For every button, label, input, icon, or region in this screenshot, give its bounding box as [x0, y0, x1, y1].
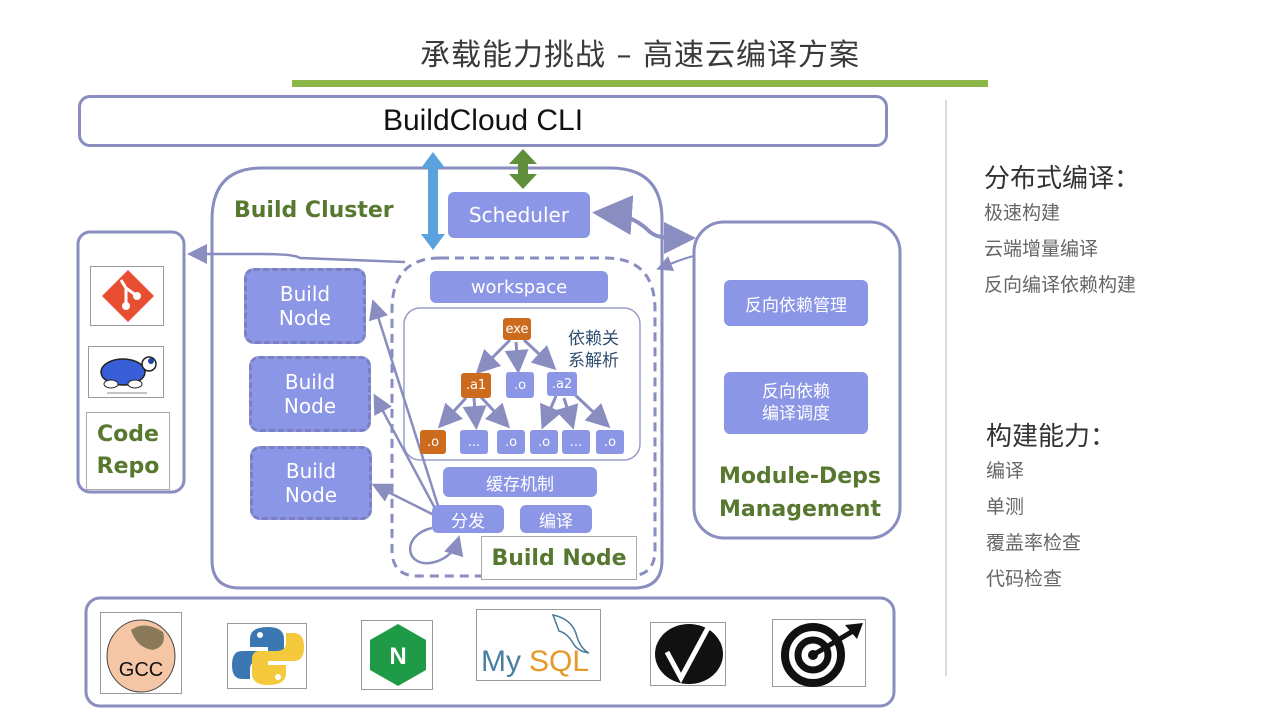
module-deps-line-2: Management [719, 497, 881, 522]
gcc-icon: GCC [106, 619, 176, 693]
sidebar-item: 反向编译依赖构建 [984, 274, 1137, 296]
cluster-coderepo-arrow [187, 244, 406, 264]
cli-buildnode-arrow [421, 152, 445, 250]
workspace-box: workspace [430, 271, 608, 303]
sidebar-heading-build-capability: 构建能力： [986, 422, 1117, 452]
scheduler-moduledeps-arrow [592, 195, 696, 255]
tortoisesvn-logo [88, 346, 164, 398]
target-icon [781, 623, 863, 687]
reverse-dep-line-1: 反向依赖 [762, 382, 830, 402]
sidebar-item: 云端增量编译 [984, 238, 1099, 260]
gcc-logo: GCC [100, 612, 182, 694]
dispatch-loop-arrow [409, 526, 464, 565]
nginx-text: N [389, 643, 406, 670]
build-cluster-label: Build Cluster [234, 198, 394, 223]
cache-mechanism-box: 缓存机制 [443, 467, 597, 497]
code-repo-line-1: Code [97, 422, 159, 447]
dispatch-box: 分发 [432, 505, 504, 533]
nginx-logo: N [361, 620, 433, 690]
git-logo [90, 266, 164, 326]
gcc-text: GCC [119, 659, 163, 681]
diagram-connectors [76, 100, 947, 708]
scheduler-box: Scheduler [448, 192, 590, 238]
git-icon [102, 270, 154, 322]
mysql-sql-text: SQL [529, 645, 589, 678]
module-deps-label: Module-Deps Management [700, 460, 900, 526]
nginx-icon: N [370, 624, 426, 686]
checkmark-icon [655, 624, 723, 684]
build-node-1: Build Node [244, 268, 366, 344]
mysql-my-text: My [481, 645, 521, 678]
build-node-label: Build Node [481, 536, 637, 580]
tree-leaf-4: .o [530, 430, 558, 454]
reverse-dependency-scheduling-box: 反向依赖 编译调度 [724, 372, 868, 434]
code-repo-line-2: Repo [96, 454, 160, 479]
code-repo-label: Code Repo [86, 412, 170, 490]
tree-leaf-3: .o [497, 430, 525, 454]
tortoise-icon [100, 356, 157, 394]
dependency-analysis-label: 依赖关 系解析 [568, 328, 619, 372]
dependency-label-line-1: 依赖关 [568, 329, 619, 349]
compile-box: 编译 [520, 505, 592, 533]
tree-node-a2: .a2 [547, 372, 577, 396]
target-logo [772, 619, 866, 687]
tree-node-exe: exe [503, 318, 531, 340]
tree-node-o: .o [506, 372, 534, 398]
sidebar-heading-distributed: 分布式编译： [984, 164, 1141, 194]
reverse-dependency-management-box: 反向依赖管理 [724, 280, 868, 326]
mysql-icon: My SQL [481, 613, 590, 678]
tree-leaf-5: ... [562, 430, 590, 454]
moduledeps-buildnode-arrow [656, 255, 695, 271]
check-logo [650, 622, 726, 686]
python-logo [227, 623, 307, 689]
build-node-3: Build Node [250, 446, 372, 520]
tree-leaf-2: ... [460, 430, 488, 454]
tree-leaf-1: .o [420, 430, 446, 454]
module-deps-line-1: Module-Deps [718, 464, 882, 489]
sidebar-item: 代码检查 [986, 568, 1063, 590]
sidebar-item: 编译 [986, 460, 1025, 482]
sidebar-item: 极速构建 [984, 202, 1061, 224]
dependency-label-line-2: 系解析 [568, 351, 619, 371]
sidebar-item: 单测 [986, 496, 1025, 518]
mysql-logo: My SQL [476, 609, 601, 681]
reverse-dep-line-2: 编译调度 [762, 404, 830, 424]
tree-leaf-6: .o [596, 430, 624, 454]
sidebar-item: 覆盖率检查 [986, 532, 1082, 554]
python-icon [232, 627, 304, 685]
build-node-2: Build Node [249, 356, 371, 432]
tree-node-a1: .a1 [461, 373, 491, 398]
